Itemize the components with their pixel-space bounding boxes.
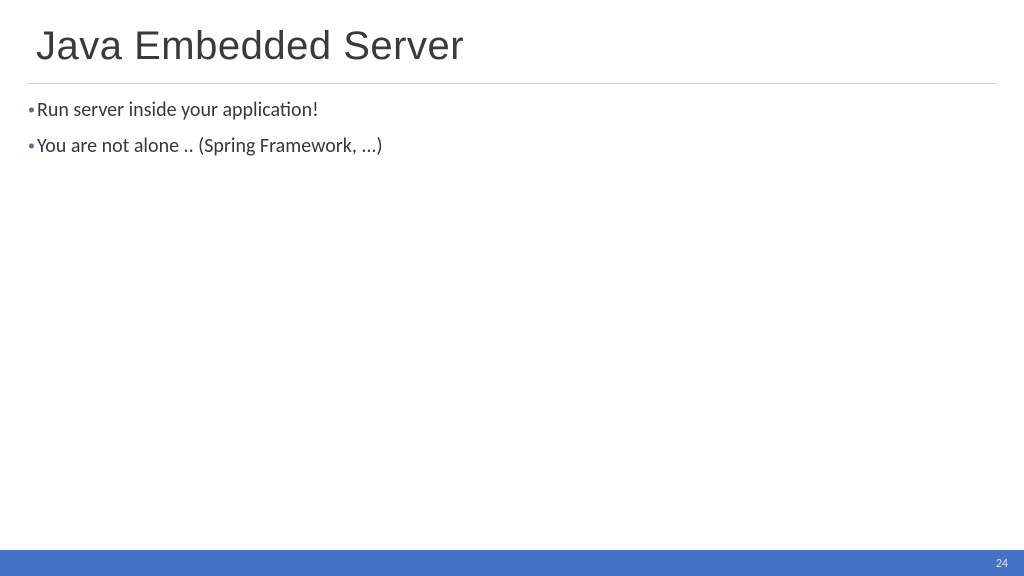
slide-content: • Run server inside your application! • … (0, 84, 1024, 158)
page-number: 24 (996, 557, 1008, 571)
slide-container: Java Embedded Server • Run server inside… (0, 0, 1024, 576)
bullet-text: You are not alone .. (Spring Framework, … (37, 134, 383, 158)
bullet-item: • Run server inside your application! (28, 98, 996, 122)
bullet-icon: • (28, 139, 35, 153)
footer-bar: 24 (0, 550, 1024, 576)
slide-title: Java Embedded Server (0, 0, 1024, 83)
bullet-item: • You are not alone .. (Spring Framework… (28, 134, 996, 158)
bullet-icon: • (28, 103, 35, 117)
bullet-text: Run server inside your application! (37, 98, 319, 122)
